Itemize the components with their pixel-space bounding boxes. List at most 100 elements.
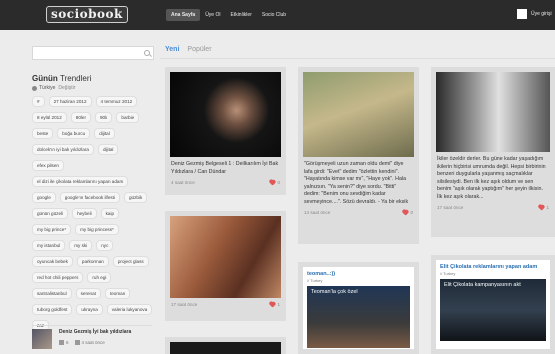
- heart-icon: [538, 205, 544, 210]
- trend-tag[interactable]: 90lı: [95, 112, 113, 123]
- trend-tag[interactable]: valeria lukyanova: [106, 304, 153, 315]
- trend-tag[interactable]: 80ler: [70, 112, 91, 123]
- nav-item-signup[interactable]: Üye Ol: [200, 9, 225, 21]
- tab-new[interactable]: Yeni: [165, 46, 179, 53]
- video-player[interactable]: Teoman'la çok özel: [307, 286, 410, 348]
- trend-tag[interactable]: güzbik: [123, 192, 148, 203]
- post-card[interactable]: [165, 337, 286, 354]
- video-card-body: Elit Çikolata reklamlarını yapan adam //…: [436, 260, 550, 349]
- video-source: // Turkey: [307, 278, 323, 283]
- search-box: [32, 46, 154, 65]
- trends-title-bold: Günün: [32, 74, 58, 83]
- featured-thumbnail[interactable]: [32, 329, 52, 349]
- trend-tag[interactable]: ruh egi: [87, 272, 112, 283]
- logo[interactable]: sociobook: [46, 6, 128, 23]
- post-image[interactable]: [170, 72, 281, 157]
- featured-title[interactable]: Deniz Gezmiş İyi bak yıldızlara: [59, 329, 131, 335]
- post-image[interactable]: [436, 72, 550, 152]
- trend-tag[interactable]: santralistanbul: [32, 288, 72, 299]
- trend-tag[interactable]: project glass: [112, 256, 149, 267]
- trends-title-light: Trendleri: [60, 74, 92, 83]
- trend-tag[interactable]: parkorman: [76, 256, 109, 267]
- post-card[interactable]: 17 saat önce 1: [165, 211, 286, 321]
- search-input[interactable]: [33, 53, 141, 65]
- trend-tags: # 27 haziran 2012 4 temmuz 2012 8 eylül …: [32, 96, 154, 331]
- tab-popular[interactable]: Popüler: [187, 46, 211, 53]
- trend-tag[interactable]: efex pilsen: [32, 160, 64, 171]
- trend-tag[interactable]: boğa burcu: [57, 128, 91, 139]
- post-text[interactable]: İkiler özeldir derler. Bu güne kadar yaş…: [436, 156, 550, 201]
- post-time: 17 saat önce: [437, 205, 464, 210]
- trend-tag[interactable]: oyuncak bebek: [32, 256, 73, 267]
- post-time: 17 saat önce: [171, 302, 198, 307]
- trend-tag[interactable]: google'ın facebook ilfesti: [59, 192, 120, 203]
- trends-title: Günün Trendleri: [32, 74, 154, 83]
- tabs-divider: [160, 58, 555, 59]
- trend-tag[interactable]: google: [32, 192, 56, 203]
- post-text[interactable]: "Görüşmeyeli uzun zaman oldu demi" diye …: [303, 161, 414, 206]
- trend-tag[interactable]: beste: [32, 128, 54, 139]
- login-checkbox[interactable]: [517, 9, 527, 19]
- video-card-body: teoman..:)) // Turkey Teoman'la çok özel: [303, 267, 414, 349]
- nav-item-socio-club[interactable]: Socio Club: [257, 9, 291, 21]
- post-card[interactable]: İkiler özeldir derler. Bu güne kadar yaş…: [431, 67, 555, 237]
- trend-tag[interactable]: dolcek'ın iyi bak yıldızlara: [32, 144, 94, 155]
- search-icon[interactable]: [144, 50, 150, 56]
- trend-tag[interactable]: ukrayna: [76, 304, 103, 315]
- like-button[interactable]: 0: [269, 180, 280, 185]
- trend-tag[interactable]: #: [32, 96, 45, 107]
- trend-tag[interactable]: dijital: [97, 144, 119, 155]
- globe-icon: [32, 85, 37, 91]
- featured-time: 4 saat önce: [81, 340, 105, 345]
- trend-tag[interactable]: 4 temmuz 2012: [95, 96, 138, 107]
- trend-tag[interactable]: kaip: [100, 208, 120, 219]
- feed-tabs: Yeni Popüler: [165, 46, 220, 53]
- login-label: Üye girişi: [531, 11, 552, 17]
- trend-tag[interactable]: my big princess*: [75, 224, 119, 235]
- like-button[interactable]: 1: [538, 205, 549, 210]
- post-meta: 17 saat önce 1: [436, 205, 550, 210]
- like-button[interactable]: 0: [402, 210, 413, 215]
- change-location-link[interactable]: Değiştir: [58, 85, 75, 91]
- video-card[interactable]: teoman..:)) // Turkey Teoman'la çok özel: [298, 262, 419, 354]
- trend-tag[interactable]: serenat: [75, 288, 101, 299]
- trend-tag[interactable]: el dizi ile çikolata reklamlarını yapan …: [32, 176, 129, 187]
- nav-item-home[interactable]: Ana Sayfa: [166, 9, 201, 21]
- video-overlay-title: Elit Çikolata kampanyasının akt: [444, 282, 521, 288]
- video-title-link[interactable]: teoman..:)): [307, 271, 410, 277]
- trend-tag[interactable]: my istanbul: [32, 240, 66, 251]
- trend-tag[interactable]: dijital: [94, 128, 115, 139]
- trend-tag[interactable]: 8 eylül 2012: [32, 112, 67, 123]
- comment-icon: [59, 340, 64, 345]
- video-title-link[interactable]: Elit Çikolata reklamlarını yapan adam: [440, 264, 546, 270]
- post-card[interactable]: Deniz Gezmiş Belgeseli 1 : Deilkarılım İ…: [165, 67, 286, 195]
- post-card[interactable]: "Görüşmeyeli uzun zaman oldu demi" diye …: [298, 67, 419, 244]
- trends-location: Türkiye Değiştir: [32, 85, 154, 91]
- post-image[interactable]: [170, 216, 281, 298]
- trend-tag[interactable]: günün güzeli: [32, 208, 69, 219]
- post-meta: 4 saat önce 0: [170, 180, 281, 185]
- post-meta: 14 saat önce 0: [303, 210, 414, 215]
- trend-tag[interactable]: teoman: [104, 288, 131, 299]
- trend-tag[interactable]: my big prince*: [32, 224, 72, 235]
- calendar-icon: [74, 340, 80, 345]
- like-button[interactable]: 1: [269, 302, 280, 307]
- trend-tag[interactable]: my ski: [69, 240, 93, 251]
- trend-tag[interactable]: tuborg goldfest: [32, 304, 73, 315]
- trend-tag[interactable]: red hot chili peppers: [32, 272, 84, 283]
- main-nav: Ana Sayfa Üye Ol Etkinlikler Socio Club: [166, 9, 291, 21]
- login-link[interactable]: Üye girişi: [517, 9, 552, 19]
- video-player[interactable]: Elit Çikolata kampanyasının akt: [440, 279, 546, 341]
- trend-tag[interactable]: barbie: [116, 112, 140, 123]
- trend-tag[interactable]: nyc: [96, 240, 114, 251]
- trend-tag[interactable]: heybeli: [72, 208, 97, 219]
- featured-item[interactable]: Deniz Gezmiş İyi bak yıldızlara 6 4 saat…: [32, 325, 152, 349]
- video-card[interactable]: Elit Çikolata reklamlarını yapan adam //…: [431, 255, 555, 354]
- sidebar: Günün Trendleri Türkiye Değiştir # 27 ha…: [32, 46, 154, 331]
- like-count: 0: [277, 180, 280, 185]
- post-image[interactable]: [303, 72, 414, 157]
- nav-item-events[interactable]: Etkinlikler: [225, 9, 256, 21]
- trend-tag[interactable]: 27 haziran 2012: [48, 96, 92, 107]
- post-text[interactable]: Deniz Gezmiş Belgeseli 1 : Deilkarılım İ…: [170, 161, 281, 176]
- post-image[interactable]: [170, 342, 281, 354]
